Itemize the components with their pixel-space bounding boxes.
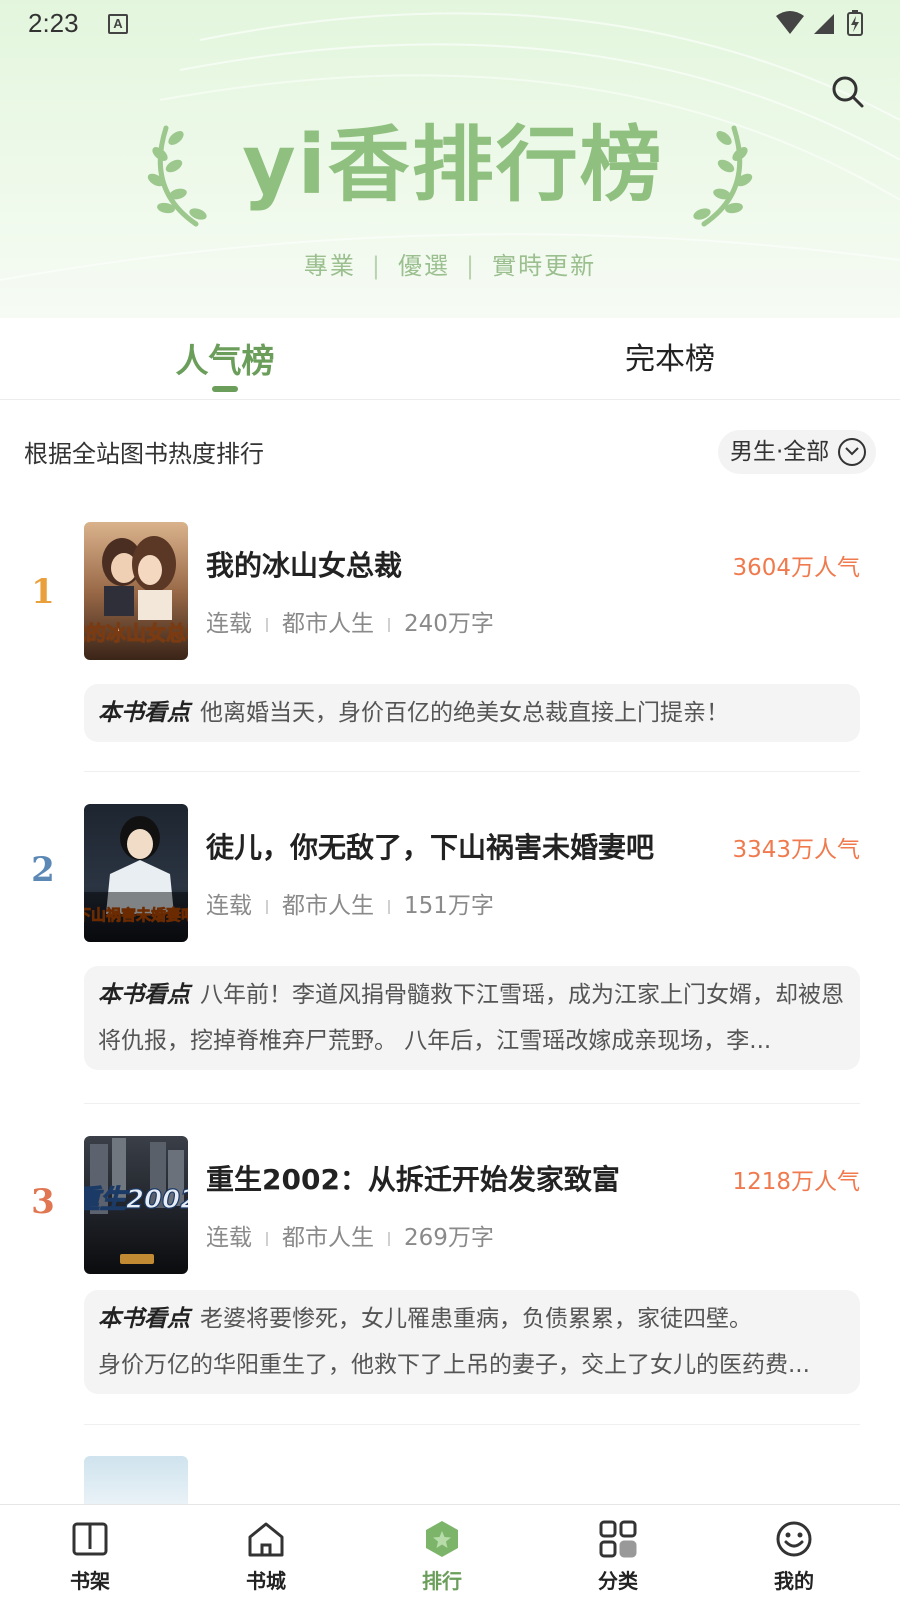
nav-category[interactable]: 分类 [568,1519,668,1600]
book-genre: 都市人生 [282,1225,374,1251]
nav-bookstore[interactable]: 书城 [216,1519,316,1600]
meta-divider [266,899,268,914]
search-button[interactable] [830,74,866,110]
banner-subtitle: 專業 | 優選 | 實時更新 [0,246,900,281]
book-list-item[interactable]: 2 下山祸害未婚妻吧 徒儿，你无敌了，下山祸害未婚妻吧 3343万人气 连载 都市… [0,786,900,1104]
book-open-icon [72,1522,108,1556]
nav-label: 分类 [598,1569,638,1593]
highlight-text: 他离婚当天，身价百亿的绝美女总裁直接上门提亲！ [200,700,729,726]
book-meta: 连载 都市人生 269万字 [206,1218,494,1252]
book-word-count: 151万字 [404,893,494,919]
book-popularity: 3604万人气 [732,555,860,581]
ranking-tabs: 人气榜 完本榜 [0,318,900,400]
banner-title-group: yi香排行榜 [140,112,760,228]
highlight-label: 本书看点 [98,982,190,1008]
book-list-item[interactable]: 1 我的冰山女总裁 我的冰山女总裁 3604万人气 连载 都市人生 240万字 本书… [0,500,900,772]
book-meta: 连载 都市人生 151万字 [206,886,494,920]
smiley-icon [776,1521,812,1557]
filter-row: 根据全站图书热度排行 男生·全部 [0,400,900,500]
list-divider [84,771,860,772]
filter-selected-value: 男生·全部 [730,439,830,465]
book-highlight: 本书看点 八年前！李道风捐骨髓救下江雪瑶，成为江家上门女婿，却被恩将仇报，挖掉脊椎… [84,966,860,1070]
subtitle-item: 實時更新 [492,252,597,280]
book-title[interactable]: 重生2002：从拆迁开始发家致富 [206,1158,620,1198]
home-icon [248,1522,284,1557]
highlight-line: 身价万亿的华阳重生了，他救下了上吊的妻子，交上了女儿的医药费... [98,1352,810,1378]
rank-number: 1 [31,572,55,612]
highlight-text: 八年前！李道风捐骨髓救下江雪瑶，成为江家上门女婿，却被恩将仇报，挖掉脊椎弃尸荒野… [98,982,844,1054]
book-word-count: 269万字 [404,1225,494,1251]
meta-divider [388,617,390,632]
list-divider [84,1424,860,1425]
cover-title: 我的冰山女总裁 [84,621,188,645]
status-icons [776,10,863,36]
meta-divider [266,617,268,632]
grid-icon [599,1520,637,1558]
book-cover[interactable]: 下山祸害未婚妻吧 [84,804,188,942]
laurel-left-icon [147,125,207,227]
book-genre: 都市人生 [282,611,374,637]
banner-title: yi香排行榜 [242,118,664,213]
tab-active-indicator [212,386,238,392]
cell-signal-icon [814,14,834,34]
book-highlight: 本书看点 他离婚当天，身价百亿的绝美女总裁直接上门提亲！ [84,684,860,742]
subtitle-item: 優選 [398,252,450,280]
battery-icon [847,10,863,36]
cover-title: 下山祸害未婚妻吧 [84,906,188,924]
book-highlight: 本书看点 老婆将要惨死，女儿罹患重病，负债累累，家徒四壁。 身价万亿的华阳重生了，… [84,1290,860,1394]
cover-title: 重生2002 [84,1185,188,1215]
meta-divider [388,899,390,914]
book-word-count: 240万字 [404,611,494,637]
rank-number: 3 [31,1182,55,1222]
gender-filter-dropdown[interactable]: 男生·全部 [718,430,876,474]
tab-completed[interactable]: 完本榜 [605,334,735,394]
wifi-icon [776,11,804,34]
nav-label: 书架 [70,1569,110,1593]
subtitle-separator: | [371,252,382,280]
highlight-label: 本书看点 [98,1306,190,1332]
book-genre: 都市人生 [282,893,374,919]
bottom-navigation: 书架 书城 排行 分类 我的 [0,1504,900,1600]
subtitle-item: 專業 [303,252,356,280]
book-status: 连载 [206,611,252,637]
nav-bookshelf[interactable]: 书架 [40,1519,140,1600]
status-bar: 2:23 A [0,0,900,50]
highlight-body: 本书看点 八年前！李道风捐骨髓救下江雪瑶，成为江家上门女婿，却被恩将仇报，挖掉脊椎… [98,972,846,1064]
book-status: 连载 [206,893,252,919]
search-icon [832,76,864,108]
nav-ranking[interactable]: 排行 [392,1519,492,1600]
book-meta: 连载 都市人生 240万字 [206,604,494,638]
ranking-banner: 2:23 A yi香排行榜 專業 | 優選 | 實時更新 [0,0,900,318]
status-time: 2:23 [28,8,79,38]
book-cover-partial[interactable] [84,1456,188,1504]
ranking-description: 根据全站图书热度排行 [24,440,264,468]
highlight-line: 本书看点 老婆将要惨死，女儿罹患重病，负债累累，家徒四壁。 [98,1296,846,1342]
highlight-text: 老婆将要惨死，女儿罹患重病，负债累累，家徒四壁。 [200,1306,752,1332]
nav-label: 我的 [774,1569,814,1593]
meta-divider [266,1231,268,1246]
rank-number: 2 [31,850,55,890]
highlight-label: 本书看点 [98,700,190,726]
subtitle-separator: | [466,252,477,280]
laurel-right-icon [693,125,753,227]
notification-a-icon: A [108,14,128,34]
book-title[interactable]: 我的冰山女总裁 [206,544,402,584]
book-title[interactable]: 徒儿，你无敌了，下山祸害未婚妻吧 [206,826,654,866]
book-popularity: 1218万人气 [732,1169,860,1195]
book-cover[interactable]: 我的冰山女总裁 [84,522,188,660]
nav-profile[interactable]: 我的 [744,1519,844,1600]
book-popularity: 3343万人气 [732,837,860,863]
nav-label: 排行 [422,1569,462,1593]
list-divider [84,1103,860,1104]
chevron-down-icon [838,438,866,466]
tab-popularity[interactable]: 人气榜 [160,334,290,394]
book-status: 连载 [206,1225,252,1251]
nav-label: 书城 [246,1569,286,1593]
book-list-item[interactable]: 3 重生2002 重生2002：从拆迁开始发家致富 1218万人气 连载 都市人生… [0,1118,900,1436]
meta-divider [388,1231,390,1246]
book-cover[interactable]: 重生2002 [84,1136,188,1274]
ranking-badge-icon [426,1521,458,1557]
